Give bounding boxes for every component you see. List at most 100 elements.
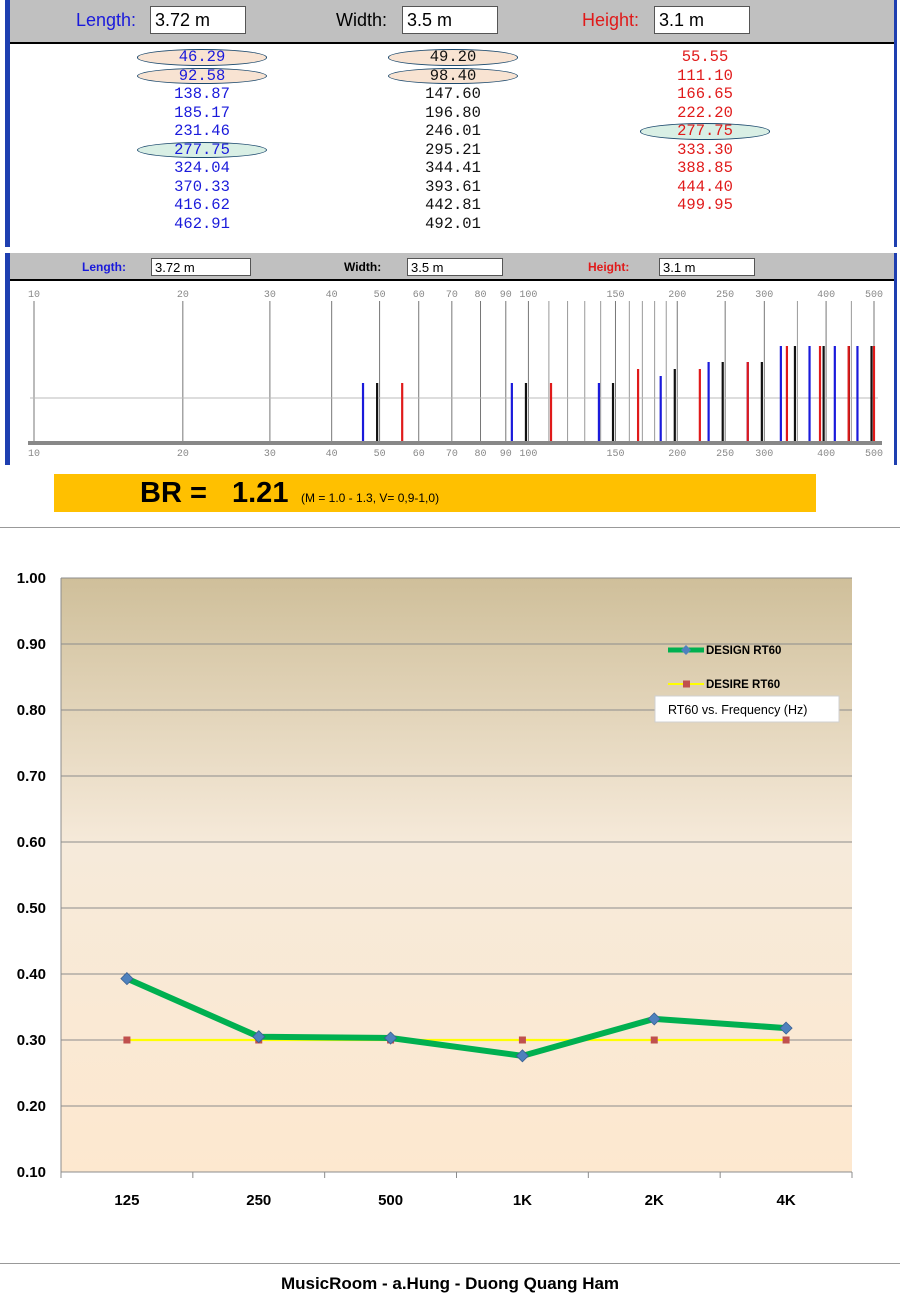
- width-mode-value: 492.01: [425, 214, 481, 233]
- spectrum-bottom-tick-label: 150: [606, 449, 624, 460]
- spectrum-top-tick-label: 40: [326, 290, 338, 301]
- height-mode-value: 166.65: [677, 85, 733, 103]
- length-mode-value: 416.62: [174, 196, 230, 214]
- legend-desire-label: DESIRE RT60: [706, 679, 780, 691]
- desire-rt60-point: [782, 1036, 790, 1044]
- width-mode-value: 196.80: [425, 103, 481, 122]
- spectrum-top-tick-label: 200: [668, 290, 686, 301]
- length-mode-value: 46.29: [137, 48, 267, 67]
- spectrum-bottom-tick-label: 500: [865, 449, 883, 460]
- y-tick-label: 0.40: [17, 966, 46, 983]
- rt60-chart: 0.10 0.20 0.30 0.40 0.50 0.60 0.70 0.80 0.90 1.00…: [17, 570, 853, 1209]
- spectrum-bottom-tick-label: 70: [446, 449, 458, 460]
- width-modes-column: 49.20 98.40 147.60 196.80 246.01 295.21 344.41…: [388, 48, 518, 233]
- desire-rt60-point: [123, 1036, 131, 1044]
- width-mode-value: 393.61: [425, 177, 481, 196]
- height-mode-value: 277.75: [640, 122, 770, 141]
- height-mode-value: 222.20: [677, 103, 733, 122]
- spectrum-bottom-tick-label: 30: [264, 449, 276, 460]
- spectrum-top-tick-label: 60: [413, 290, 425, 301]
- y-tick-label: 0.70: [17, 768, 46, 785]
- spectrum-top-tick-label: 20: [177, 290, 189, 301]
- width-mode-value: 98.40: [388, 67, 518, 86]
- length-mode-value: 138.87: [174, 85, 230, 103]
- bass-ratio-bar: BR = 1.21 (M = 1.0 - 1.3, V= 0,9-1,0): [54, 474, 816, 512]
- height-mode-value: 444.40: [677, 177, 733, 196]
- y-tick-label: 0.50: [17, 900, 46, 917]
- height-modes-column: 55.55 111.10 166.65 222.20 277.75 333.30 388.8…: [640, 48, 770, 215]
- plot-area: [61, 578, 852, 1172]
- spectrum-bottom-tick-label: 250: [716, 449, 734, 460]
- y-tick-label: 0.60: [17, 834, 46, 851]
- x-tick-label: 250: [246, 1192, 271, 1209]
- height-input[interactable]: 3.1 m: [654, 6, 750, 34]
- spectrum-bottom-tick-label: 80: [474, 449, 486, 460]
- spectrum-bottom-tick-label: 90: [500, 449, 512, 460]
- y-tick-label: 0.90: [17, 636, 46, 653]
- spectrum-top-tick-label: 70: [446, 290, 458, 301]
- legend-desire-marker: [683, 680, 690, 688]
- br-value: 1.21: [232, 477, 289, 509]
- width-mode-value: 295.21: [425, 140, 481, 159]
- spectrum-bottom-tick-label: 20: [177, 449, 189, 460]
- spectrum-width-label: Width:: [344, 260, 382, 274]
- length-mode-value: 231.46: [174, 122, 230, 140]
- y-tick-label: 0.80: [17, 702, 46, 719]
- spectrum-length-input[interactable]: 3.72 m: [151, 258, 251, 276]
- width-input[interactable]: 3.5 m: [402, 6, 498, 34]
- spectrum-height-label: Height:: [588, 260, 630, 274]
- br-note: (M = 1.0 - 1.3, V= 0,9-1,0): [301, 491, 440, 505]
- spectrum-bottom-tick-label: 100: [519, 449, 537, 460]
- length-mode-value: 462.91: [174, 214, 230, 233]
- spectrum-top-tick-label: 30: [264, 290, 276, 301]
- length-modes-column: 46.29 92.58 138.87 185.17 231.46 277.75 324.04…: [137, 48, 267, 233]
- legend-design-label: DESIGN RT60: [706, 645, 781, 657]
- spectrum-top-tick-label: 90: [500, 290, 512, 301]
- spectrum-top-tick-label: 100: [519, 290, 537, 301]
- x-tick-label: 2K: [645, 1192, 664, 1209]
- spectrum-bottom-tick-label: 400: [817, 449, 835, 460]
- rt60-chart-area: 0.10 0.20 0.30 0.40 0.50 0.60 0.70 0.80 0.90 1.00…: [0, 527, 900, 1264]
- height-mode-value: 333.30: [677, 140, 733, 159]
- spectrum-top-tick-label: 10: [28, 290, 40, 301]
- spectrum-bottom-tick-label: 10: [28, 449, 40, 460]
- length-mode-value: 324.04: [174, 159, 230, 177]
- spectrum-bottom-tick-label: 50: [374, 449, 386, 460]
- spectrum-bottom-tick-label: 300: [755, 449, 773, 460]
- length-mode-value: 92.58: [137, 67, 267, 86]
- height-mode-value: 499.95: [677, 196, 733, 214]
- width-mode-value: 442.81: [425, 196, 481, 214]
- dimensions-header: Length: 3.72 m Width: 3.5 m Height: 3.1 …: [10, 0, 894, 44]
- spectrum-top-tick-label: 50: [374, 290, 386, 301]
- annotation-text: RT60 vs. Frequency (Hz): [668, 703, 807, 717]
- y-tick-label: 0.20: [17, 1098, 46, 1115]
- spectrum-bottom-tick-label: 40: [326, 449, 338, 460]
- spectrum-bottom-tick-label: 200: [668, 449, 686, 460]
- spectrum-top-tick-label: 80: [474, 290, 486, 301]
- spectrum-width-input[interactable]: 3.5 m: [407, 258, 503, 276]
- mode-spectrum-plot: 10 10 20 20 30 30 40 40 50 50 60 60 70 70 80 80 90 90 100 1…: [28, 290, 883, 460]
- desire-rt60-point: [518, 1036, 526, 1044]
- length-label: Length:: [76, 10, 137, 30]
- spectrum-height-input[interactable]: 3.1 m: [659, 258, 755, 276]
- x-tick-label: 1K: [513, 1192, 532, 1209]
- width-mode-value: 147.60: [425, 85, 481, 103]
- length-mode-value: 277.75: [137, 141, 267, 160]
- length-input[interactable]: 3.72 m: [150, 6, 246, 34]
- spectrum-top-tick-label: 150: [606, 290, 624, 301]
- spectrum-top-tick-label: 250: [716, 290, 734, 301]
- desire-rt60-point: [650, 1036, 658, 1044]
- mode-spectrum-panel: Length: 3.72 m Width: 3.5 m Height: 3.1 …: [5, 253, 897, 465]
- y-tick-label: 1.00: [17, 570, 46, 587]
- footer-caption: MusicRoom - a.Hung - Duong Quang Ham: [280, 1274, 620, 1293]
- room-modes-panel: Length: 3.72 m Width: 3.5 m Height: 3.1 …: [5, 0, 897, 247]
- y-tick-label: 0.30: [17, 1032, 46, 1049]
- spectrum-top-tick-label: 300: [755, 290, 773, 301]
- spectrum-bottom-tick-label: 60: [413, 449, 425, 460]
- width-mode-value: 49.20: [388, 48, 518, 67]
- width-mode-value: 344.41: [425, 159, 481, 177]
- width-mode-value: 246.01: [425, 122, 481, 140]
- length-mode-value: 185.17: [174, 103, 230, 122]
- x-tick-label: 500: [378, 1192, 403, 1209]
- spectrum-top-tick-label: 400: [817, 290, 835, 301]
